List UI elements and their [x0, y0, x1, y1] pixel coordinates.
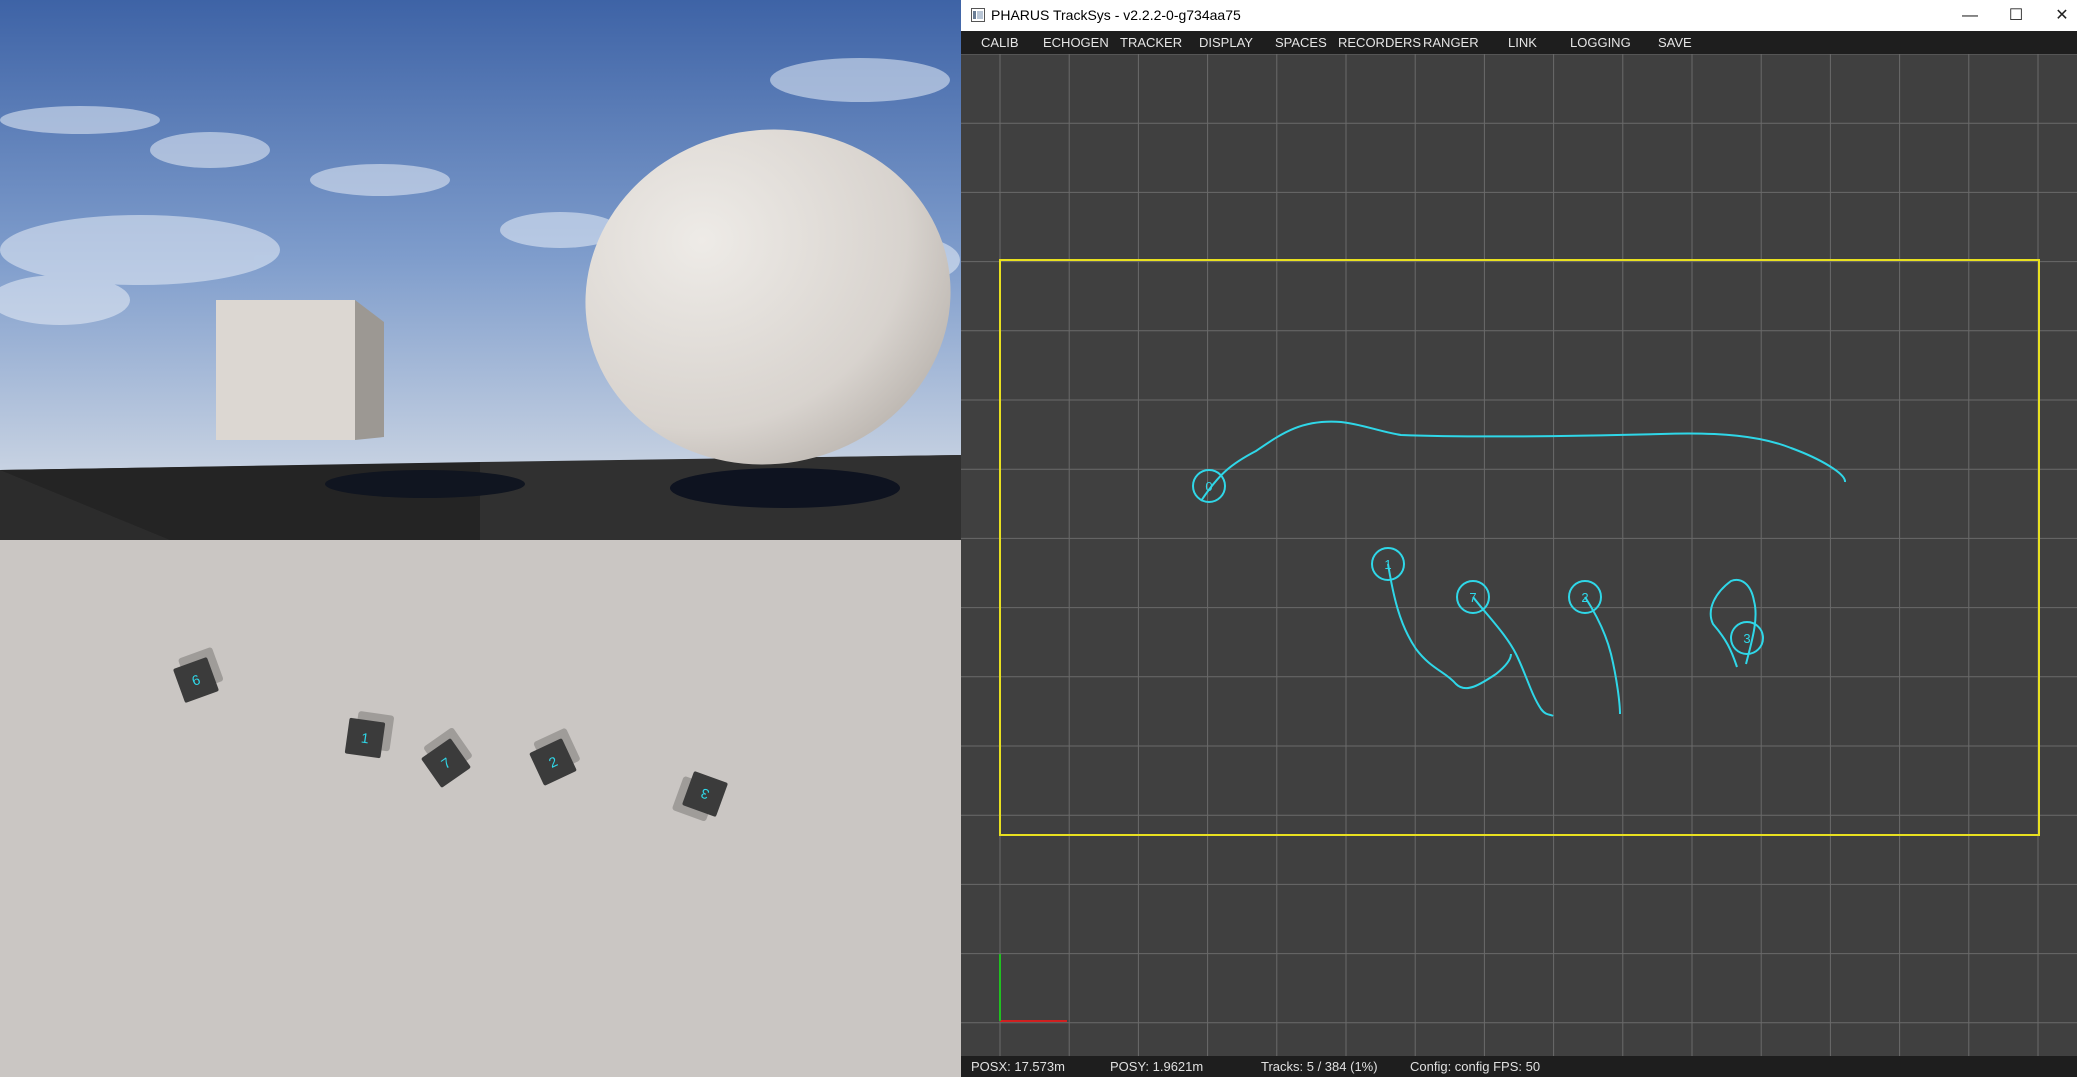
simulation-viewports: 61723 — [0, 0, 961, 1077]
app-window-icon — [971, 8, 985, 22]
status-bar: POSX: 17.573m POSY: 1.9621m Tracks: 5 / … — [961, 1056, 2077, 1077]
menu-tracker[interactable]: TRACKER — [1120, 31, 1182, 55]
cube-object — [216, 300, 384, 440]
window-title: PHARUS TrackSys - v2.2.2-0-g734aa75 — [991, 7, 1241, 23]
perspective-viewport[interactable] — [0, 0, 961, 540]
menu-echogen[interactable]: ECHOGEN — [1043, 31, 1109, 55]
track-id-label: 2 — [1581, 590, 1588, 605]
track-id-label: 0 — [1205, 479, 1212, 494]
status-config: Config: config FPS: 50 — [1410, 1059, 1541, 1074]
track-id-label: 3 — [1743, 631, 1750, 646]
top-down-viewport[interactable]: 61723 — [0, 540, 961, 1077]
menu-spaces[interactable]: SPACES — [1275, 31, 1327, 55]
menu-calib[interactable]: CALIB — [981, 31, 1019, 55]
status-posy: POSY: 1.9621m — [1110, 1059, 1204, 1074]
menu-save[interactable]: SAVE — [1658, 31, 1692, 55]
track-id-label: 7 — [1469, 590, 1476, 605]
menu-logging[interactable]: LOGGING — [1570, 31, 1631, 55]
menu-recorders[interactable]: RECORDERS — [1338, 31, 1421, 55]
menu-ranger[interactable]: RANGER — [1423, 31, 1479, 55]
minimize-button[interactable]: — — [1947, 0, 1993, 31]
status-posx: POSX: 17.573m — [971, 1059, 1065, 1074]
close-button[interactable]: ✕ — [2039, 0, 2077, 31]
menu-bar: CALIB ECHOGEN TRACKER DISPLAY SPACES REC… — [961, 31, 2077, 54]
tracking-canvas[interactable]: 0 1 7 2 3 — [961, 53, 2077, 1056]
track-id-label: 1 — [1384, 557, 1391, 572]
cube-shadow — [325, 470, 525, 498]
tracksys-window: PHARUS TrackSys - v2.2.2-0-g734aa75 — ☐ … — [961, 0, 2077, 1077]
menu-display[interactable]: DISPLAY — [1199, 31, 1253, 55]
title-bar[interactable]: PHARUS TrackSys - v2.2.2-0-g734aa75 — ☐ … — [961, 0, 2077, 31]
maximize-button[interactable]: ☐ — [1993, 0, 2039, 31]
sphere-shadow — [670, 468, 900, 508]
status-tracks: Tracks: 5 / 384 (1%) — [1261, 1059, 1378, 1074]
menu-link[interactable]: LINK — [1508, 31, 1537, 55]
